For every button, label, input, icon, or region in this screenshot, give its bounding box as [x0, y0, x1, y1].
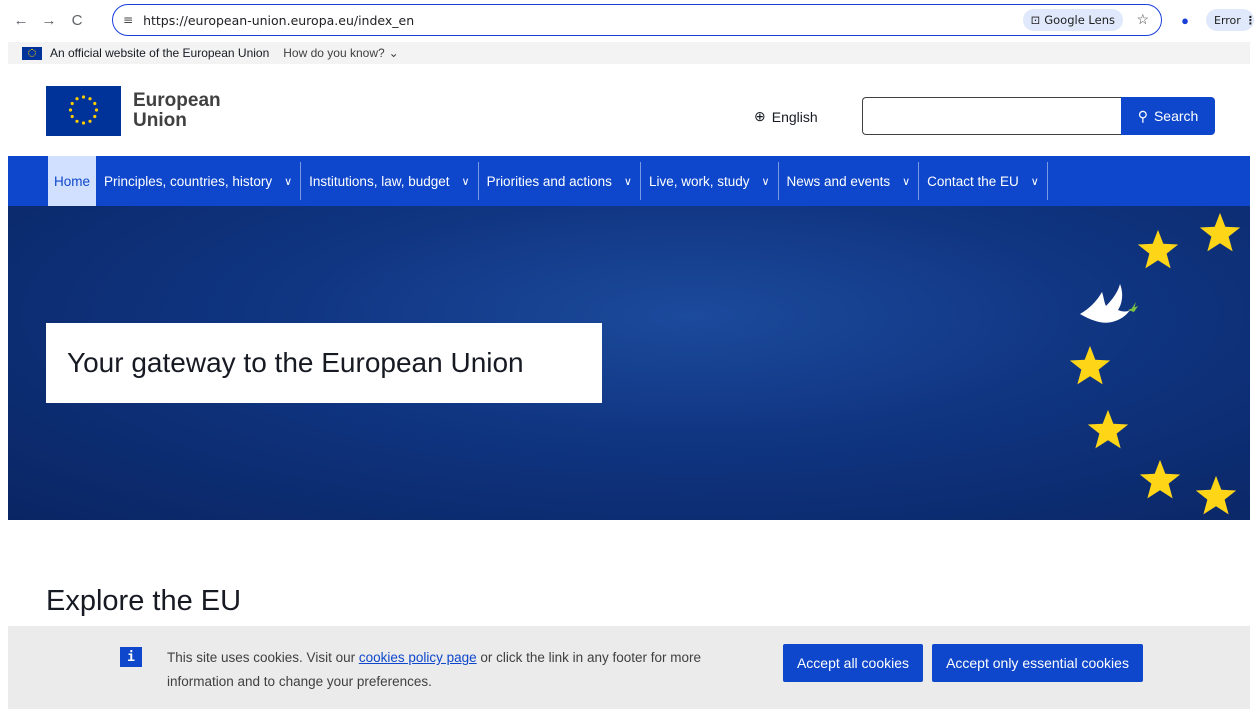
globe-icon: ⊕ [754, 108, 766, 124]
cookie-message: This site uses cookies. Visit our cookie… [167, 646, 747, 694]
nav-item-news-events[interactable]: News and events ∨ [779, 162, 920, 200]
nav-item-home[interactable]: Home [48, 156, 97, 206]
google-lens-button[interactable]: ⊡ Google Lens [1022, 9, 1123, 31]
chevron-down-icon: ∨ [761, 175, 770, 188]
nav-item-live-work-study[interactable]: Live, work, study ∨ [641, 162, 779, 200]
star-icon [1195, 475, 1237, 515]
search-input[interactable] [862, 97, 1121, 135]
error-button[interactable]: Error ⋮ [1206, 9, 1256, 31]
hero-banner: Your gateway to the European Union [8, 206, 1250, 520]
chevron-down-icon: ∨ [284, 175, 293, 188]
chevron-down-icon: ∨ [1030, 175, 1039, 188]
star-icon [1139, 459, 1181, 499]
profile-icon[interactable]: ● [1175, 10, 1195, 30]
eu-stars-circle-icon [68, 95, 99, 125]
accept-all-cookies-button[interactable]: Accept all cookies [783, 644, 923, 682]
chevron-down-icon: ∨ [623, 175, 632, 188]
nav-item-priorities[interactable]: Priorities and actions ∨ [479, 162, 641, 200]
dove-icon [1080, 284, 1138, 323]
star-icon [1199, 212, 1241, 252]
cookie-text-before: This site uses cookies. Visit our [167, 650, 359, 665]
back-icon[interactable]: ← [8, 7, 34, 33]
url-text[interactable]: https://european-union.europa.eu/index_e… [143, 13, 414, 28]
nav-item-institutions[interactable]: Institutions, law, budget ∨ [301, 162, 479, 200]
how-do-you-know-label: How do you know? [283, 46, 385, 60]
nav-label: Contact the EU [927, 173, 1019, 189]
how-do-you-know-link[interactable]: How do you know? ⌄ [283, 46, 398, 60]
eu-flag-icon [22, 46, 42, 60]
site-header: European Union ⊕ English ⚲ Search [8, 64, 1250, 156]
eu-flag-logo-icon [46, 86, 121, 136]
search-button[interactable]: ⚲ Search [1121, 97, 1215, 135]
lens-icon: ⊡ [1030, 13, 1041, 27]
bookmark-star-icon[interactable]: ☆ [1136, 11, 1149, 28]
nav-item-principles[interactable]: Principles, countries, history ∨ [96, 162, 302, 200]
star-icon [1069, 345, 1111, 385]
nav-item-contact[interactable]: Contact the EU ∨ [919, 162, 1048, 200]
search-label: Search [1153, 108, 1199, 124]
forward-icon[interactable]: → [36, 7, 62, 33]
nav-label: Priorities and actions [486, 173, 612, 189]
chevron-down-icon: ∨ [461, 175, 470, 188]
logo-text: European Union [133, 91, 221, 131]
nav-label: Principles, countries, history [104, 173, 273, 189]
chevron-down-icon: ⌄ [388, 46, 399, 60]
reload-icon[interactable]: C [64, 7, 90, 33]
star-icon [1087, 409, 1129, 449]
logo-line1: European [133, 90, 221, 111]
address-bar[interactable]: ≡ https://european-union.europa.eu/index… [112, 4, 1162, 36]
info-icon: i [120, 647, 142, 667]
site-info-icon[interactable]: ≡ [123, 13, 133, 27]
cookies-policy-link[interactable]: cookies policy page [359, 650, 477, 665]
nav-label: Institutions, law, budget [309, 173, 450, 189]
hero-title-card: Your gateway to the European Union [46, 323, 602, 403]
eu-logo[interactable]: European Union [46, 86, 221, 136]
accept-essential-cookies-button[interactable]: Accept only essential cookies [932, 644, 1143, 682]
error-label: Error [1214, 13, 1241, 27]
browser-nav-buttons: ← → C [8, 7, 90, 33]
star-icon [1137, 229, 1179, 269]
main-navigation: Home Principles, countries, history ∨ In… [8, 156, 1250, 206]
official-text: An official website of the European Unio… [50, 46, 270, 60]
search-icon: ⚲ [1137, 107, 1148, 124]
nav-label: News and events [786, 173, 891, 189]
cookie-banner: i This site uses cookies. Visit our cook… [8, 626, 1250, 709]
nav-label: Live, work, study [648, 173, 750, 189]
explore-heading: Explore the EU [46, 585, 242, 617]
kebab-menu-icon[interactable]: ⋮ [1245, 14, 1256, 27]
chevron-down-icon: ∨ [902, 175, 911, 188]
page-scrollbar[interactable] [1250, 64, 1258, 709]
lens-label: Google Lens [1044, 13, 1115, 27]
official-eu-banner: An official website of the European Unio… [8, 42, 1250, 64]
browser-toolbar: ← → C ≡ https://european-union.europa.eu… [0, 0, 1258, 40]
language-label: English [771, 108, 818, 125]
logo-line2: Union [133, 110, 187, 131]
language-selector[interactable]: ⊕ English [754, 108, 818, 125]
hero-title: Your gateway to the European Union [67, 347, 524, 378]
